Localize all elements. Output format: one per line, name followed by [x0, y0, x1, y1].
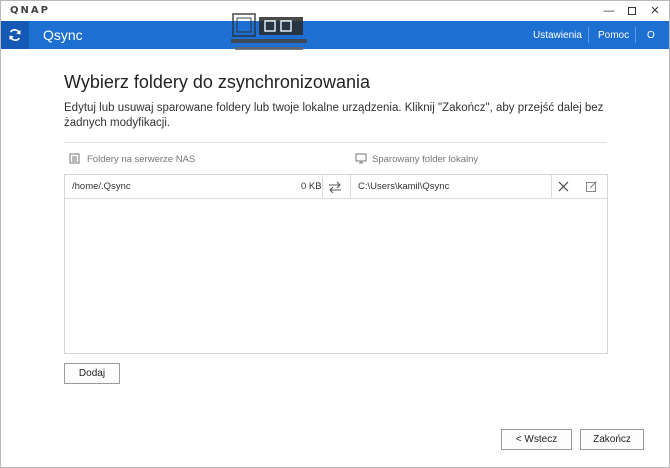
maximize-icon: [628, 7, 636, 15]
page-description: Edytuj lub usuwaj sparowane foldery lub …: [64, 102, 604, 129]
title-bar: QNAP — ✕: [1, 1, 669, 21]
page-title: Wybierz foldery do zsynchronizowania: [64, 72, 370, 92]
back-button[interactable]: < Wstecz: [501, 429, 572, 450]
sync-button[interactable]: [1, 21, 29, 49]
add-folder-button[interactable]: Dodaj: [64, 363, 120, 384]
table-row[interactable]: /home/.Qsync 0 KB C:\Users\kamil\Qsync: [65, 175, 607, 199]
maximize-button[interactable]: [621, 3, 643, 19]
close-icon[interactable]: [557, 180, 570, 193]
swap-arrows-icon: [329, 181, 341, 193]
close-window-button[interactable]: ✕: [644, 3, 666, 19]
app-title: Qsync: [43, 27, 83, 43]
nas-column-header: Foldery na serwerze NAS: [87, 154, 196, 165]
brand-logo: QNAP: [10, 5, 50, 16]
monitor-icon: [355, 153, 367, 164]
app-window: QNAP — ✕ Qsync Ustawienia Pomoc O Wybier…: [0, 0, 670, 468]
edit-icon[interactable]: [585, 180, 598, 193]
cell-divider: [350, 175, 351, 199]
help-link[interactable]: Pomoc: [598, 30, 629, 41]
cell-divider: [551, 175, 552, 199]
watermark-logo: [231, 13, 307, 50]
minimize-button[interactable]: —: [598, 3, 620, 19]
header-divider: [635, 27, 636, 43]
folder-size: 0 KB: [301, 181, 322, 192]
user-menu[interactable]: O: [647, 30, 655, 41]
finish-button[interactable]: Zakończ: [580, 429, 644, 450]
app-header: Qsync Ustawienia Pomoc O: [1, 21, 669, 49]
nas-folder-path: /home/.Qsync: [72, 181, 131, 192]
sync-icon: [9, 29, 21, 41]
section-divider: [64, 142, 607, 143]
folder-pairs-table: /home/.Qsync 0 KB C:\Users\kamil\Qsync: [64, 174, 608, 354]
server-icon: [69, 153, 80, 164]
cell-divider: [322, 175, 323, 199]
local-column-header: Sparowany folder lokalny: [372, 154, 479, 165]
settings-link[interactable]: Ustawienia: [533, 30, 582, 41]
local-folder-path: C:\Users\kamil\Qsync: [358, 181, 450, 192]
header-divider: [588, 27, 589, 43]
